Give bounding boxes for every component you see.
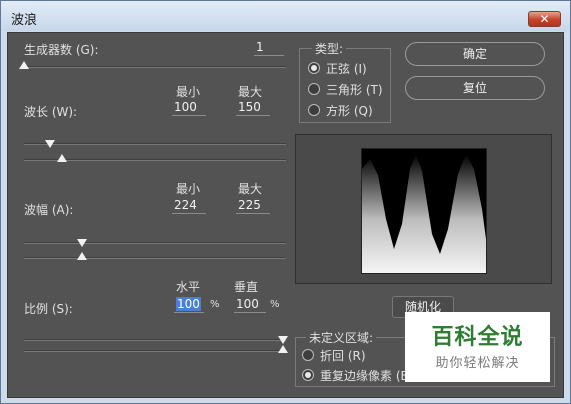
watermark-subtitle: 助你轻松解决 — [435, 356, 520, 371]
amplitude-min-slider-track[interactable] — [24, 242, 286, 244]
scale-label: 比例 (S): — [24, 302, 73, 316]
scale-vertical-input[interactable]: 100 — [234, 296, 266, 313]
watermark-title: 百科全说 — [431, 325, 524, 350]
type-group: 类型: 正弦 (I) 三角形 (T) 方形 (Q) — [299, 40, 391, 123]
wrap-around-radio[interactable] — [302, 349, 314, 361]
scale-horizontal-slider-track[interactable] — [24, 339, 286, 341]
wrap-around-label[interactable]: 折回 (R) — [320, 347, 366, 364]
type-sine-label[interactable]: 正弦 (I) — [326, 60, 367, 77]
generators-label: 生成器数 (G): — [24, 43, 99, 57]
type-triangle-radio[interactable] — [308, 83, 320, 95]
amplitude-label: 波幅 (A): — [24, 203, 74, 217]
scale-vertical-unit: % — [270, 299, 280, 310]
wavelength-min-slider-track[interactable] — [24, 143, 286, 145]
wavelength-label: 波长 (W): — [24, 105, 78, 119]
ok-button[interactable]: 确定 — [405, 42, 545, 66]
amplitude-min-slider-thumb[interactable] — [77, 239, 87, 247]
wavelength-min-slider-thumb[interactable] — [45, 140, 55, 148]
type-triangle-label[interactable]: 三角形 (T) — [326, 81, 383, 98]
undefined-area-title: 未定义区域: — [306, 329, 377, 346]
amplitude-max-header: 最大 — [238, 182, 263, 196]
amplitude-max-input[interactable]: 225 — [236, 197, 270, 214]
type-square-label[interactable]: 方形 (Q) — [326, 102, 373, 119]
preview-panel — [295, 134, 552, 284]
type-group-title: 类型: — [312, 40, 347, 57]
scale-vertical-slider-track[interactable] — [24, 350, 286, 352]
amplitude-min-header: 最小 — [176, 182, 201, 196]
watermark-overlay: 百科全说 助你轻松解决 — [405, 312, 550, 382]
type-sine-radio[interactable] — [308, 62, 320, 74]
wave-dialog: 波浪 ✕ 生成器数 (G): 1 最小 最大 波长 (W): 100 150 最… — [0, 0, 571, 404]
amplitude-max-slider-thumb[interactable] — [77, 252, 87, 260]
wavelength-max-input[interactable]: 150 — [236, 99, 270, 116]
generators-slider-track[interactable] — [24, 66, 286, 68]
amplitude-max-slider-track[interactable] — [24, 257, 286, 259]
generators-input[interactable]: 1 — [254, 39, 284, 56]
repeat-edge-label[interactable]: 重复边缘像素 (E) — [320, 367, 413, 384]
scale-horizontal-slider-thumb[interactable] — [278, 336, 288, 344]
amplitude-min-input[interactable]: 224 — [172, 197, 206, 214]
scale-vertical-slider-thumb[interactable] — [278, 345, 288, 353]
wavelength-max-header: 最大 — [238, 85, 263, 99]
scale-horizontal-header: 水平 — [176, 280, 201, 294]
wavelength-min-header: 最小 — [176, 85, 201, 99]
scale-vertical-header: 垂直 — [234, 280, 259, 294]
reset-button[interactable]: 复位 — [405, 76, 545, 100]
wave-preview-image — [361, 148, 487, 274]
close-button[interactable]: ✕ — [528, 11, 561, 27]
title-bar[interactable]: 波浪 ✕ — [1, 1, 570, 31]
generators-slider-thumb[interactable] — [19, 61, 29, 69]
dialog-title: 波浪 — [11, 13, 38, 28]
wavelength-max-slider-thumb[interactable] — [57, 154, 67, 162]
wavelength-min-input[interactable]: 100 — [172, 99, 206, 116]
scale-horizontal-input[interactable]: 100 — [174, 296, 204, 313]
scale-horizontal-unit: % — [210, 299, 220, 310]
type-square-radio[interactable] — [308, 104, 320, 116]
repeat-edge-radio[interactable] — [302, 369, 314, 381]
